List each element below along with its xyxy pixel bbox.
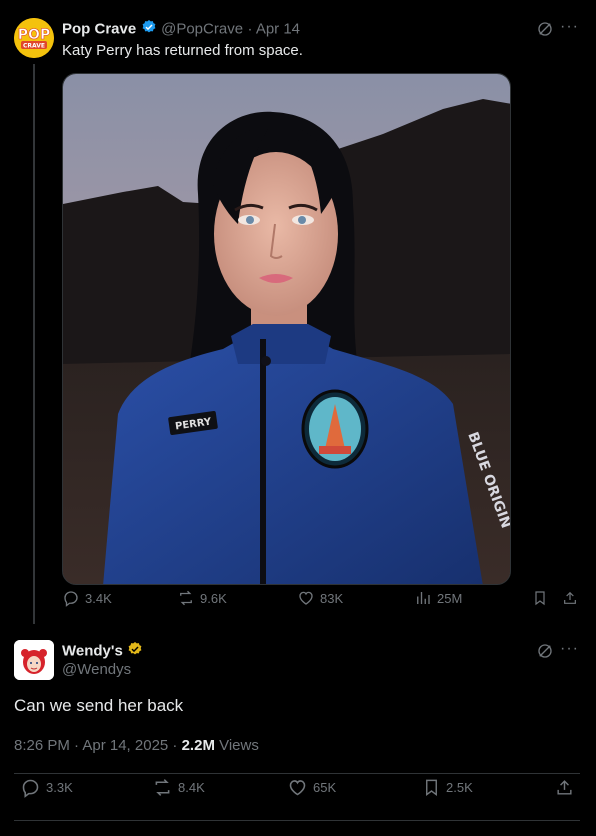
verified-badge-icon (141, 19, 157, 40)
bookmark-count: 2.5K (446, 779, 473, 795)
reply-button[interactable]: 3.4K (62, 589, 112, 607)
more-icon[interactable]: ··· (560, 640, 579, 658)
wendys-avatar[interactable] (14, 640, 54, 680)
like-icon (299, 591, 313, 605)
share-icon (557, 779, 572, 795)
divider-bottom (14, 820, 580, 821)
bookmark-button[interactable]: 2.5K (422, 777, 473, 798)
views-number: 2.2M (181, 737, 215, 754)
tweet-timestamp: 8:26 PM · Apr 14, 2025 · 2.2M Views (14, 737, 259, 754)
wendys-display-name[interactable]: Wendy's (62, 643, 123, 660)
timestamp-text[interactable]: 8:26 PM · Apr 14, 2025 · (14, 737, 182, 754)
wendys-header: Wendy's (62, 641, 143, 662)
repost-button[interactable]: 9.6K (177, 589, 227, 607)
grok-icon[interactable] (536, 20, 554, 43)
tweet-photo[interactable]: PERRY BLUE ORIGIN (62, 73, 511, 585)
wendys-tweet-text: Can we send her back (14, 696, 184, 715)
share-button[interactable] (562, 589, 578, 607)
like-button[interactable]: 83K (297, 589, 343, 607)
popcrave-display-name[interactable]: Pop Crave (62, 21, 136, 38)
reply-button[interactable]: 3.3K (20, 777, 73, 798)
like-icon (289, 779, 306, 795)
verified-badge-icon (127, 641, 143, 662)
like-button[interactable]: 65K (287, 777, 336, 798)
grok-icon[interactable] (536, 642, 554, 665)
repost-icon (155, 778, 170, 796)
thread-line (33, 64, 35, 624)
reply-count: 3.4K (85, 590, 112, 606)
repost-icon (177, 590, 195, 606)
wendys-handle[interactable]: @Wendys (62, 661, 131, 678)
repost-button[interactable]: 8.4K (152, 777, 205, 798)
reply-count: 3.3K (46, 779, 73, 795)
svg-text:POP: POP (18, 27, 50, 43)
repost-count: 8.4K (178, 779, 205, 795)
popcrave-date[interactable]: · Apr 14 (248, 21, 301, 38)
svg-text:CRAVE: CRAVE (23, 43, 45, 50)
share-icon (564, 591, 576, 604)
views-label: Views (214, 737, 259, 754)
views-button[interactable]: 25M (414, 589, 462, 607)
popcrave-header: Pop Crave @PopCrave · Apr 14 (62, 19, 300, 39)
like-count: 83K (320, 590, 344, 606)
bookmark-icon (535, 591, 545, 606)
share-button[interactable] (555, 777, 574, 798)
views-icon (417, 592, 430, 604)
bookmark-button[interactable] (532, 589, 548, 607)
popcrave-tweet-text: Katy Perry has returned from space. (62, 42, 303, 59)
reply-icon (64, 591, 78, 607)
divider-top (14, 773, 580, 774)
reply-icon (22, 779, 39, 798)
views-count: 25M (437, 590, 463, 606)
popcrave-avatar[interactable]: POP CRAVE (14, 18, 54, 58)
popcrave-handle[interactable]: @PopCrave (161, 21, 243, 38)
like-count: 65K (313, 779, 337, 795)
repost-count: 9.6K (200, 590, 227, 606)
bookmark-icon (426, 779, 437, 796)
more-icon[interactable]: ··· (560, 18, 579, 36)
